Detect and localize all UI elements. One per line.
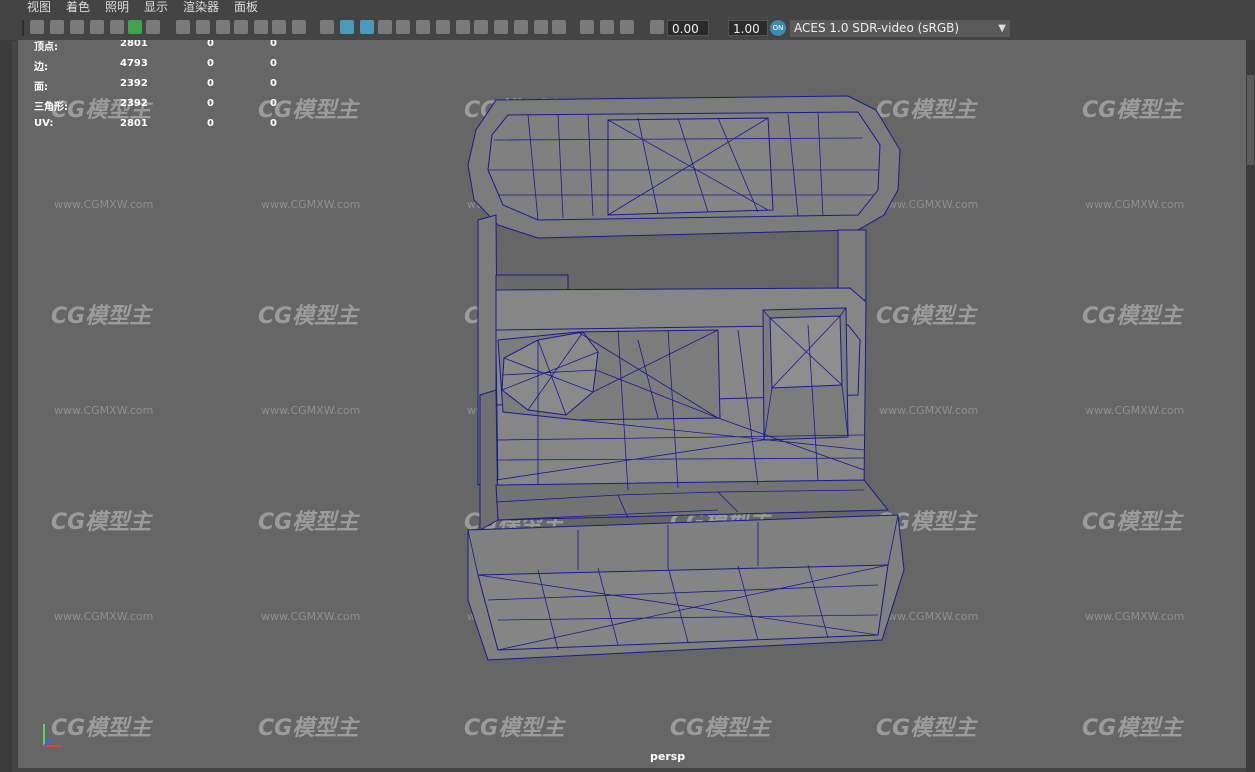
grease-pencil-icon[interactable] bbox=[128, 20, 142, 34]
hud-value: 0 bbox=[270, 118, 277, 129]
backface-culling-icon[interactable] bbox=[580, 20, 594, 34]
gamma-field[interactable]: 1.00 bbox=[728, 20, 768, 36]
panel-toolbar: 0.00 1.00 ON ACES 1.0 SDR-video (sRGB) ▼ bbox=[0, 16, 1255, 41]
chevron-down-icon: ▼ bbox=[998, 23, 1006, 34]
xray-joints-icon[interactable] bbox=[534, 20, 548, 34]
field-chart-icon[interactable] bbox=[234, 20, 248, 34]
model-wireframe[interactable] bbox=[18, 40, 1246, 768]
2d-pan-zoom-icon[interactable] bbox=[110, 20, 124, 34]
menu-show[interactable]: 显示 bbox=[144, 0, 168, 15]
screen-space-ao-icon[interactable] bbox=[436, 20, 450, 34]
menu-shading[interactable]: 着色 bbox=[66, 0, 90, 15]
image-plane-icon[interactable] bbox=[90, 20, 104, 34]
exposure-field[interactable]: 0.00 bbox=[667, 20, 709, 36]
film-gate-icon[interactable] bbox=[176, 20, 190, 34]
hud-label: 顶点: bbox=[34, 42, 58, 53]
vertical-scrollbar[interactable] bbox=[1246, 40, 1255, 772]
shadows-icon[interactable] bbox=[416, 20, 430, 34]
bookmark-icon[interactable] bbox=[70, 20, 84, 34]
safe-title-icon[interactable] bbox=[272, 20, 286, 34]
safe-action-icon[interactable] bbox=[254, 20, 268, 34]
toolbar-separator bbox=[22, 20, 24, 36]
hud-value: 4793 bbox=[120, 58, 148, 69]
smooth-shade-icon[interactable] bbox=[320, 20, 334, 34]
hud-value: 0 bbox=[207, 118, 214, 129]
left-edge-strip bbox=[0, 40, 12, 772]
menu-view[interactable]: 视图 bbox=[27, 0, 51, 15]
hud-value: 0 bbox=[270, 40, 277, 49]
menu-bar: 视图 着色 照明 显示 渲染器 面板 bbox=[0, 0, 1255, 16]
menu-panels[interactable]: 面板 bbox=[234, 0, 258, 15]
menu-renderer[interactable]: 渲染器 bbox=[183, 0, 219, 15]
view-transform-dropdown[interactable]: ACES 1.0 SDR-video (sRGB) ▼ bbox=[790, 20, 1010, 37]
hud-value: 0 bbox=[270, 98, 277, 109]
exposure-icon[interactable] bbox=[600, 20, 614, 34]
hud-value: 2392 bbox=[120, 98, 148, 109]
wireframe-on-shaded-icon[interactable] bbox=[360, 20, 374, 34]
camera-attributes-icon[interactable] bbox=[50, 20, 64, 34]
isolate-select-icon[interactable] bbox=[514, 20, 528, 34]
gate-mask-icon[interactable] bbox=[216, 20, 230, 34]
camera-select-icon[interactable] bbox=[30, 20, 44, 34]
hud-value: 2392 bbox=[120, 78, 148, 89]
hud-value: 2801 bbox=[120, 40, 148, 49]
color-management-toggle[interactable]: ON bbox=[770, 20, 786, 36]
hud-value: 0 bbox=[207, 98, 214, 109]
hud-label: 边: bbox=[34, 62, 48, 73]
hud-value: 0 bbox=[207, 40, 214, 49]
scrollbar-thumb[interactable] bbox=[1247, 75, 1254, 165]
viewport-persp[interactable]: CG模型主 www.CGMXW.com CG模型主 www.CGMXW.com CG模型… bbox=[18, 40, 1246, 768]
xray-active-icon[interactable] bbox=[552, 20, 566, 34]
camera-name-label: persp bbox=[650, 750, 686, 763]
menu-lighting[interactable]: 照明 bbox=[105, 0, 129, 15]
resolution-gate-icon[interactable] bbox=[196, 20, 210, 34]
hud-label: 面: bbox=[34, 82, 48, 93]
wireframe-icon[interactable] bbox=[292, 20, 306, 34]
hud-value: 0 bbox=[270, 58, 277, 69]
hud-value: 0 bbox=[207, 78, 214, 89]
view-transform-value: ACES 1.0 SDR-video (sRGB) bbox=[794, 21, 960, 35]
depth-of-field-icon[interactable] bbox=[494, 20, 508, 34]
grid-icon[interactable] bbox=[146, 20, 160, 34]
default-material-icon[interactable] bbox=[340, 20, 354, 34]
hud-label: UV: bbox=[34, 118, 54, 129]
view-axis-gizmo-icon bbox=[43, 724, 62, 747]
motion-blur-icon[interactable] bbox=[456, 20, 470, 34]
hud-label: 三角形: bbox=[34, 102, 68, 113]
multisample-aa-icon[interactable] bbox=[474, 20, 488, 34]
hud-value: 0 bbox=[207, 58, 214, 69]
gamma-icon[interactable] bbox=[620, 20, 634, 34]
xray-icon[interactable] bbox=[378, 20, 392, 34]
use-all-lights-icon[interactable] bbox=[396, 20, 410, 34]
hud-value: 0 bbox=[270, 78, 277, 89]
view-transform-icon[interactable] bbox=[650, 20, 664, 34]
hud-value: 2801 bbox=[120, 118, 148, 129]
